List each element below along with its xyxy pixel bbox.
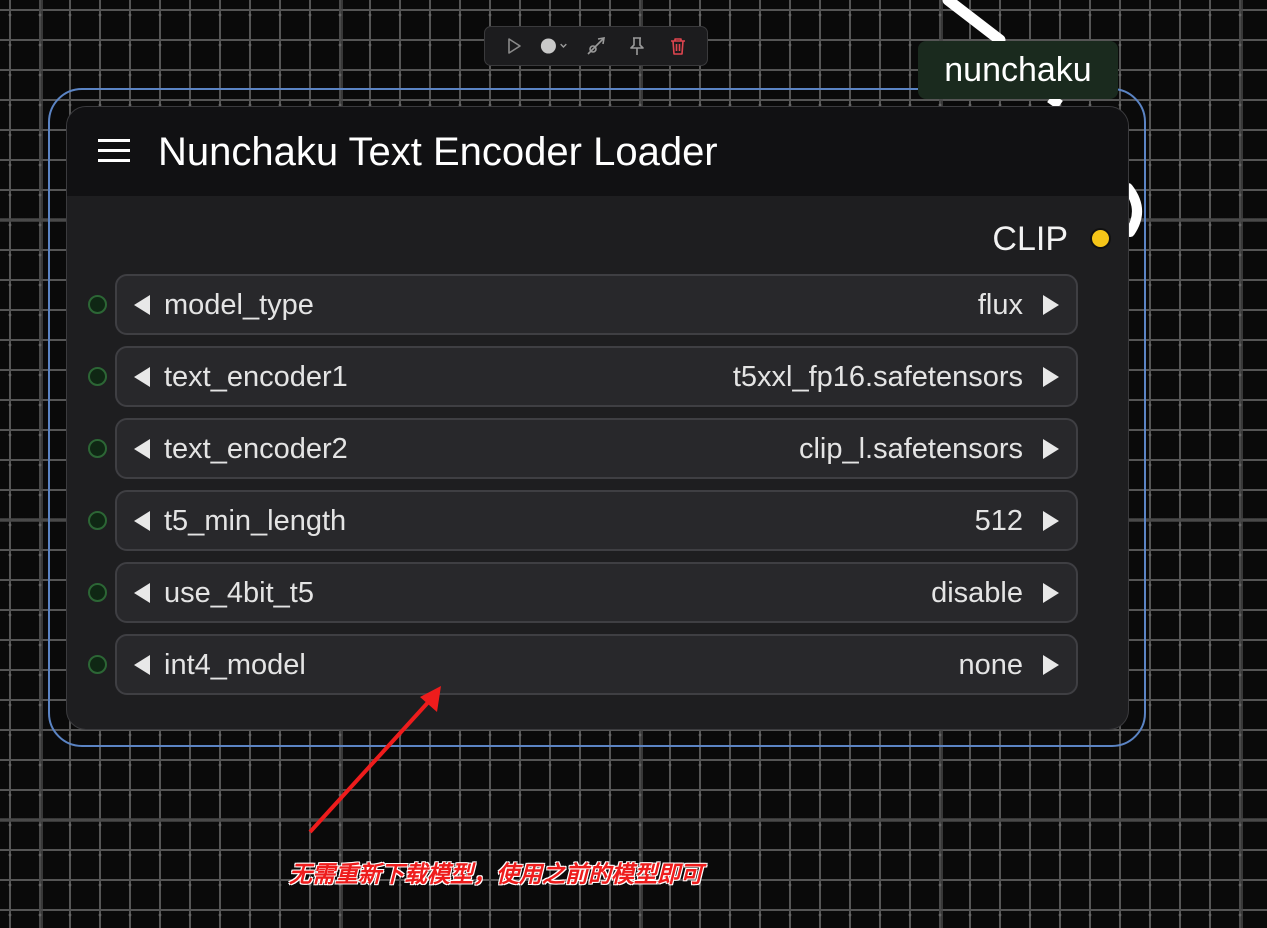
decrement-arrow-icon[interactable] xyxy=(134,511,150,531)
widget-name: int4_model xyxy=(164,649,306,681)
increment-arrow-icon[interactable] xyxy=(1043,511,1059,531)
decrement-arrow-icon[interactable] xyxy=(134,583,150,603)
widget-name: text_encoder2 xyxy=(164,433,348,465)
node-toolbar xyxy=(484,26,708,66)
input-slot-text-encoder2[interactable] xyxy=(88,439,107,458)
badge-label: nunchaku xyxy=(944,50,1092,89)
widget-value: none xyxy=(958,649,1023,681)
widget-name: text_encoder1 xyxy=(164,361,348,393)
input-slot-use-4bit-t5[interactable] xyxy=(88,583,107,602)
input-slot-model-type[interactable] xyxy=(88,295,107,314)
increment-arrow-icon[interactable] xyxy=(1043,367,1059,387)
color-circle-icon[interactable] xyxy=(539,32,571,60)
widget-value: disable xyxy=(931,577,1023,609)
widget-value: t5xxl_fp16.safetensors xyxy=(732,361,1023,393)
widget-name: model_type xyxy=(164,289,314,321)
decrement-arrow-icon[interactable] xyxy=(134,295,150,315)
input-slot-text-encoder1[interactable] xyxy=(88,367,107,386)
pin-icon[interactable] xyxy=(621,32,653,60)
widget-name: use_4bit_t5 xyxy=(164,577,314,609)
input-slot-int4-model[interactable] xyxy=(88,655,107,674)
output-slot-clip[interactable] xyxy=(1090,228,1111,249)
graph-canvas[interactable]: nunchaku Nunchaku Text Encoder Loader CL… xyxy=(0,0,1267,928)
play-icon[interactable] xyxy=(498,32,530,60)
widget-model-type[interactable]: model_type flux xyxy=(115,274,1078,335)
widget-text-encoder1[interactable]: text_encoder1 t5xxl_fp16.safetensors xyxy=(115,346,1078,407)
increment-arrow-icon[interactable] xyxy=(1043,655,1059,675)
widget-value: 512 xyxy=(974,505,1023,537)
decrement-arrow-icon[interactable] xyxy=(134,655,150,675)
widget-t5-min-length[interactable]: t5_min_length 512 xyxy=(115,490,1078,551)
widget-value: clip_l.safetensors xyxy=(798,433,1023,465)
increment-arrow-icon[interactable] xyxy=(1043,295,1059,315)
output-label-clip: CLIP xyxy=(992,220,1068,258)
annotation-text: 无需重新下载模型，使用之前的模型即可 xyxy=(289,861,703,887)
increment-arrow-icon[interactable] xyxy=(1043,583,1059,603)
increment-arrow-icon[interactable] xyxy=(1043,439,1059,459)
menu-icon[interactable] xyxy=(96,135,132,167)
node-text-encoder-loader[interactable]: Nunchaku Text Encoder Loader CLIP model_… xyxy=(66,106,1129,730)
node-source-badge: nunchaku xyxy=(918,41,1118,99)
bypass-icon[interactable] xyxy=(580,32,612,60)
widget-int4-model[interactable]: int4_model none xyxy=(115,634,1078,695)
decrement-arrow-icon[interactable] xyxy=(134,439,150,459)
widget-value: flux xyxy=(977,289,1023,321)
input-slot-t5-min-length[interactable] xyxy=(88,511,107,530)
widget-name: t5_min_length xyxy=(164,505,347,537)
decrement-arrow-icon[interactable] xyxy=(134,367,150,387)
node-title: Nunchaku Text Encoder Loader xyxy=(158,130,718,174)
delete-icon[interactable] xyxy=(662,32,694,60)
widget-use-4bit-t5[interactable]: use_4bit_t5 disable xyxy=(115,562,1078,623)
widget-text-encoder2[interactable]: text_encoder2 clip_l.safetensors xyxy=(115,418,1078,479)
node-header[interactable]: Nunchaku Text Encoder Loader xyxy=(67,107,1128,196)
